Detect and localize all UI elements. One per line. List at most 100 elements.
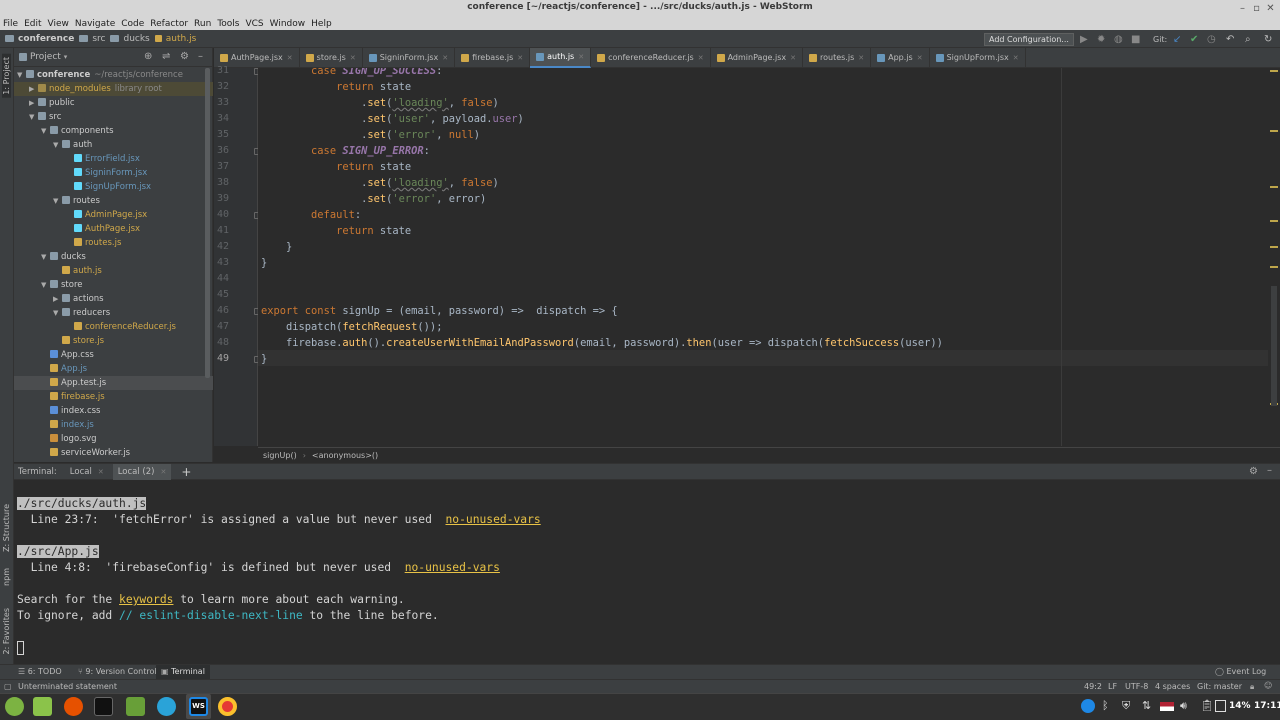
add-configuration-button[interactable]: Add Configuration... (984, 33, 1074, 46)
tree-item[interactable]: App.js (14, 362, 213, 376)
close-icon[interactable]: ✕ (442, 54, 448, 62)
tree-item[interactable]: store.js (14, 334, 213, 348)
files-icon[interactable] (33, 697, 52, 716)
coverage-icon[interactable]: ◍ (1114, 34, 1123, 45)
close-icon[interactable]: ✕ (790, 54, 796, 62)
tree-item[interactable]: ▼ auth (14, 138, 213, 152)
tree-item[interactable]: ErrorField.jsx (14, 152, 213, 166)
chevron-down-icon[interactable]: ▼ (53, 306, 62, 320)
menu-edit[interactable]: Edit (24, 19, 41, 29)
error-stripe[interactable] (1268, 68, 1280, 446)
warning-marker[interactable] (1270, 186, 1278, 188)
editor-tab[interactable]: firebase.js ✕ (455, 47, 531, 68)
close-icon[interactable]: ✕ (98, 468, 104, 476)
menu-refactor[interactable]: Refactor (150, 19, 188, 29)
tree-item[interactable]: ▶ public (14, 96, 213, 110)
gear-icon[interactable]: ⚙ (1249, 466, 1258, 477)
version-control-tab[interactable]: ⑂ 9: Version Control (78, 667, 157, 676)
chevron-down-icon[interactable]: ▼ (41, 278, 50, 292)
chevron-down-icon[interactable]: ▼ (53, 138, 62, 152)
tree-item[interactable]: serviceWorker.js (14, 446, 213, 460)
close-icon[interactable]: ✕ (160, 468, 166, 476)
clipboard-icon[interactable]: 📋︎ (1200, 699, 1214, 712)
tree-item[interactable]: ▼ routes (14, 194, 213, 208)
chevron-down-icon[interactable]: ▼ (29, 110, 38, 124)
editor-tab[interactable]: store.js ✕ (300, 47, 363, 68)
tree-item[interactable]: ▶ node_modules library root (14, 82, 213, 96)
battery-icon[interactable] (1215, 700, 1226, 712)
chrome-icon[interactable] (218, 697, 237, 716)
git-commit-icon[interactable]: ✔ (1190, 34, 1198, 45)
menu-navigate[interactable]: Navigate (75, 19, 115, 29)
editor-tab[interactable]: AdminPage.jsx ✕ (711, 47, 803, 68)
tree-item[interactable]: SigninForm.jsx (14, 166, 213, 180)
network-icon[interactable]: ⇅ (1142, 699, 1151, 712)
menu-file[interactable]: File (3, 19, 18, 29)
editor-tab[interactable]: SignUpForm.jsx ✕ (930, 47, 1026, 68)
mint-menu-icon[interactable] (5, 697, 24, 716)
tree-item[interactable]: logo.svg (14, 432, 213, 446)
ide-update-icon[interactable]: ↻ (1264, 34, 1272, 45)
terminal-link[interactable]: // eslint-disable-next-line (119, 609, 303, 622)
debug-icon[interactable]: ✹ (1097, 34, 1105, 45)
editor-tab[interactable]: App.js ✕ (871, 47, 930, 68)
terminal-link[interactable]: no-unused-vars (445, 513, 540, 526)
git-history-icon[interactable]: ◷ (1207, 34, 1216, 45)
breadcrumb-file[interactable]: auth.js (154, 34, 196, 44)
warning-marker[interactable] (1270, 70, 1278, 72)
hide-icon[interactable]: – (1267, 465, 1272, 476)
terminal-app-icon[interactable] (94, 697, 113, 716)
editor-scrollbar[interactable] (1271, 286, 1277, 406)
tree-item[interactable]: AuthPage.jsx (14, 222, 213, 236)
terminal-tab[interactable]: ▣ Terminal (156, 665, 210, 679)
indent-setting[interactable]: 4 spaces (1155, 682, 1190, 691)
project-tool-tab[interactable]: 1: Project (2, 54, 11, 98)
menu-view[interactable]: View (48, 19, 69, 29)
menu-vcs[interactable]: VCS (245, 19, 263, 29)
chevron-down-icon[interactable]: ▼ (41, 250, 50, 264)
git-update-icon[interactable]: ↙ (1173, 34, 1181, 45)
code-crumb-signup[interactable]: signUp() (263, 451, 297, 460)
git-branch[interactable]: Git: master (1197, 682, 1242, 691)
close-icon[interactable]: ✕ (1013, 54, 1019, 62)
tree-item[interactable]: firebase.js (14, 390, 213, 404)
warning-marker[interactable] (1270, 130, 1278, 132)
chevron-right-icon[interactable]: ▶ (29, 96, 38, 110)
editor-tab[interactable]: conferenceReducer.js ✕ (591, 47, 711, 68)
tree-item[interactable]: ▼ src (14, 110, 213, 124)
close-icon[interactable]: ✕ (578, 53, 584, 61)
warning-marker[interactable] (1270, 220, 1278, 222)
gear-icon[interactable]: ⚙ (180, 51, 189, 62)
folder-app-icon[interactable] (126, 697, 145, 716)
npm-tool-tab[interactable]: npm (2, 568, 11, 586)
minimize-button[interactable]: – (1236, 2, 1249, 15)
terminal-tab-local[interactable]: Local ✕ (66, 467, 108, 477)
tree-item[interactable]: App.test.js (14, 376, 213, 390)
caret-position[interactable]: 49:2 (1084, 682, 1102, 691)
chevron-right-icon[interactable]: ▶ (53, 292, 62, 306)
telegram-icon[interactable] (157, 697, 176, 716)
run-icon[interactable]: ▶ (1080, 34, 1088, 45)
search-icon[interactable]: ⌕ (1245, 34, 1251, 45)
code-crumb-anonymous[interactable]: <anonymous>() (312, 451, 378, 460)
tree-item[interactable]: ▼ reducers (14, 306, 213, 320)
tree-item[interactable]: auth.js (14, 264, 213, 278)
locate-icon[interactable]: ⊕ (144, 51, 152, 62)
tree-item[interactable]: ▶ actions (14, 292, 213, 306)
breadcrumb-src[interactable]: src (79, 34, 105, 44)
editor-tab[interactable]: SigninForm.jsx ✕ (363, 47, 456, 68)
tree-item[interactable]: AdminPage.jsx (14, 208, 213, 222)
tree-item[interactable]: routes.js (14, 236, 213, 250)
tree-item[interactable]: ▼ ducks (14, 250, 213, 264)
menu-help[interactable]: Help (311, 19, 332, 29)
todo-tab[interactable]: ☰ 6: TODO (18, 667, 62, 676)
favorites-tool-tab[interactable]: 2: Favorites (2, 608, 11, 654)
line-separator[interactable]: LF (1108, 682, 1117, 691)
maximize-button[interactable]: ▫ (1250, 2, 1263, 15)
close-icon[interactable]: ✕ (917, 54, 923, 62)
terminal-output[interactable]: ./src/ducks/auth.js Line 23:7: 'fetchErr… (14, 480, 1280, 664)
hide-icon[interactable]: – (198, 51, 203, 62)
breadcrumb-project[interactable]: conference (5, 34, 74, 44)
code-editor[interactable]: case SIGN_UP_SUCCESS: return state .set(… (258, 68, 1268, 446)
menu-run[interactable]: Run (194, 19, 211, 29)
